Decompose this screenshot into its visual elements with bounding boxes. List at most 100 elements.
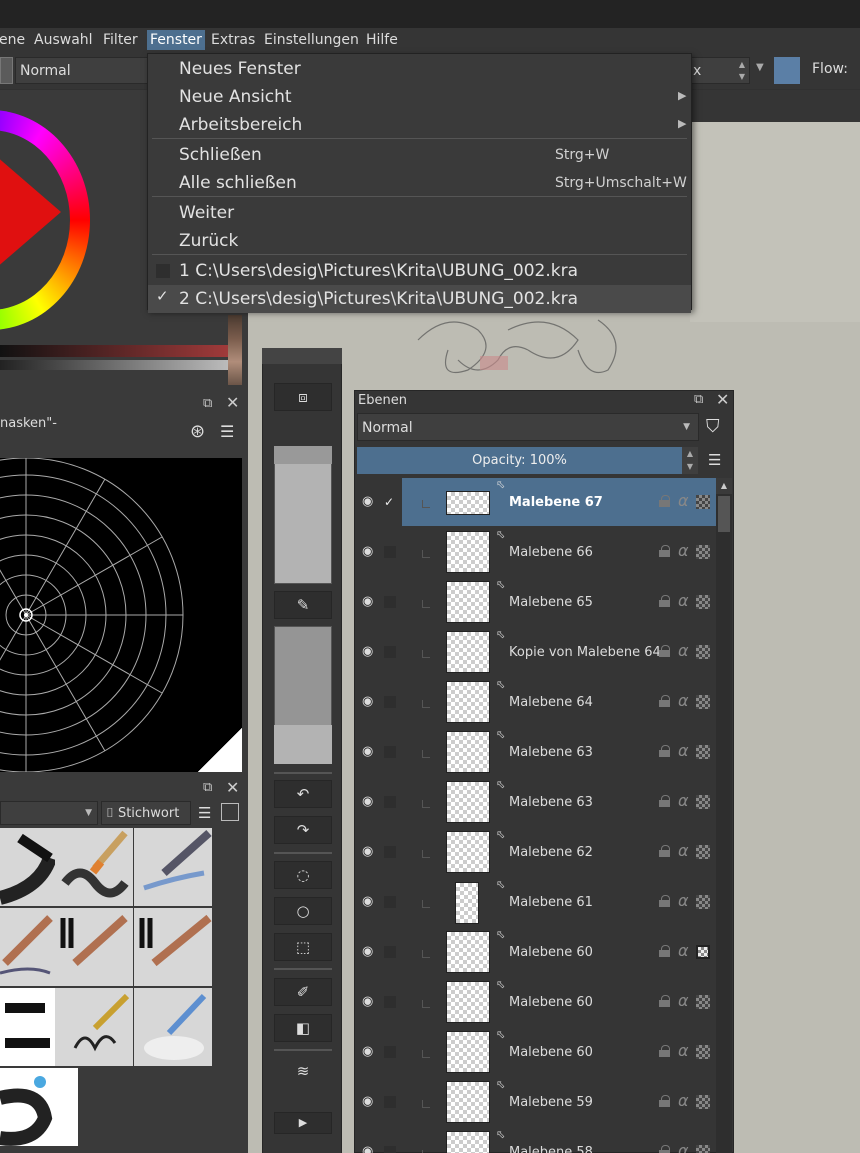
list-icon[interactable]: ☰: [220, 422, 234, 441]
foreground-color-swatch[interactable]: [774, 57, 800, 84]
inherit-alpha-icon[interactable]: [696, 645, 710, 659]
layer-row[interactable]: ◉ ⬁ Malebene 66 α: [356, 528, 716, 578]
menu-item-window-1[interactable]: 1 C:\Users\desig\Pictures\Krita\UBUNG_00…: [148, 257, 691, 285]
filter-icon[interactable]: ⛉: [706, 416, 720, 437]
scrollbar-thumb[interactable]: [718, 496, 730, 532]
menu-icon[interactable]: ☰: [708, 451, 721, 469]
brush-size-spinbox[interactable]: x ▲ ▼: [690, 57, 750, 84]
layer-row[interactable]: ◉ ⬁ Malebene 64 α: [356, 678, 716, 728]
menu-item-neues-fenster[interactable]: Neues Fenster: [148, 55, 691, 83]
saturation-triangle[interactable]: [0, 155, 61, 269]
layer-row[interactable]: ◉ ⬁ Malebene 60 α: [356, 978, 716, 1028]
spin-up-icon[interactable]: ▲: [739, 60, 745, 69]
aperture-icon[interactable]: ⊛: [190, 421, 205, 442]
layer-checkbox[interactable]: [384, 1146, 396, 1153]
checkmark-icon[interactable]: ✓: [156, 289, 170, 304]
alpha-lock-icon[interactable]: α: [678, 1091, 689, 1110]
close-icon[interactable]: ✕: [226, 393, 239, 412]
brush-preset-paint-brush[interactable]: [55, 828, 133, 906]
layer-name[interactable]: Malebene 61: [509, 895, 593, 910]
layer-opacity-slider[interactable]: Opacity: 100%: [357, 447, 682, 474]
menu-item-zurueck[interactable]: Zurück: [148, 227, 691, 255]
eye-icon[interactable]: ◉: [362, 794, 373, 809]
spin-up-icon[interactable]: ▲: [682, 447, 698, 460]
layer-row[interactable]: ◉ ⬁ Kopie von Malebene 64 α: [356, 628, 716, 678]
lasso-select-icon[interactable]: ◌: [274, 861, 332, 889]
layer-checkbox[interactable]: [384, 696, 396, 708]
color-history-strip[interactable]: [228, 315, 242, 385]
menu-item-schliessen[interactable]: Schließen Strg+W: [148, 141, 691, 169]
inherit-alpha-icon[interactable]: [696, 1045, 710, 1059]
lock-icon[interactable]: [659, 845, 670, 857]
scroll-up-icon[interactable]: ▲: [716, 478, 732, 494]
layer-name[interactable]: Malebene 58: [509, 1145, 593, 1153]
blend-mode-select[interactable]: Normal: [15, 57, 150, 84]
menu-ebene[interactable]: ene: [0, 32, 25, 48]
menu-item-alle-schliessen[interactable]: Alle schließen Strg+Umschalt+W: [148, 169, 691, 197]
spin-down-icon[interactable]: ▼: [682, 460, 698, 473]
layer-name[interactable]: Kopie von Malebene 64: [509, 645, 661, 660]
inherit-alpha-icon[interactable]: [696, 545, 710, 559]
spin-down-icon[interactable]: ▼: [739, 72, 745, 81]
ellipse-select-icon[interactable]: ○: [274, 897, 332, 925]
preset-tag-select[interactable]: ▼: [0, 801, 98, 825]
eye-icon[interactable]: ◉: [362, 694, 373, 709]
alpha-lock-icon[interactable]: α: [678, 991, 689, 1010]
gradient-tool-icon[interactable]: ◧: [274, 1014, 332, 1042]
view-mode-icon[interactable]: [221, 803, 239, 821]
move-tool-icon[interactable]: ⧈: [274, 383, 332, 411]
inherit-alpha-icon[interactable]: [696, 845, 710, 859]
float-docker-icon[interactable]: ⧉: [203, 780, 212, 795]
alpha-lock-icon[interactable]: α: [678, 1041, 689, 1060]
layer-name[interactable]: Malebene 67: [509, 495, 603, 510]
inherit-alpha-icon[interactable]: [696, 795, 710, 809]
alpha-lock-icon[interactable]: α: [678, 691, 689, 710]
menu-item-neue-ansicht[interactable]: Neue Ansicht ▶: [148, 83, 691, 111]
eye-icon[interactable]: ◉: [362, 544, 373, 559]
layer-blend-mode-select[interactable]: Normal ▼: [357, 413, 699, 441]
layer-row[interactable]: ◉ ⬁ Malebene 61 α: [356, 878, 716, 928]
eye-icon[interactable]: ◉: [362, 494, 373, 509]
lock-icon[interactable]: [659, 495, 670, 507]
brush-tool-icon[interactable]: ✐: [274, 978, 332, 1006]
eye-icon[interactable]: ◉: [362, 1094, 373, 1109]
lock-icon[interactable]: [659, 1145, 670, 1153]
lock-icon[interactable]: [659, 745, 670, 757]
layer-row[interactable]: ◉ ⬁ Malebene 59 α: [356, 1078, 716, 1128]
layer-row[interactable]: ◉ ⬁ Malebene 62 α: [356, 828, 716, 878]
lock-icon[interactable]: [659, 945, 670, 957]
lock-icon[interactable]: [659, 595, 670, 607]
eye-icon[interactable]: ◉: [362, 894, 373, 909]
menu-filter[interactable]: Filter: [103, 32, 138, 48]
layer-checkbox[interactable]: [384, 746, 396, 758]
alpha-lock-icon[interactable]: α: [678, 491, 689, 510]
eye-icon[interactable]: ◉: [362, 594, 373, 609]
menu-extras[interactable]: Extras: [211, 32, 255, 48]
lock-icon[interactable]: [659, 895, 670, 907]
eye-icon[interactable]: ◉: [362, 744, 373, 759]
menu-auswahl[interactable]: Auswahl: [34, 32, 93, 48]
layer-checkbox[interactable]: [384, 1096, 396, 1108]
alpha-lock-icon[interactable]: α: [678, 1141, 689, 1153]
preview-corner-handle[interactable]: [198, 728, 242, 772]
brush-preset-pencil-2[interactable]: [55, 908, 133, 986]
menu-fenster[interactable]: Fenster: [147, 30, 205, 50]
color-slider-value[interactable]: [0, 360, 228, 370]
eye-icon[interactable]: ◉: [362, 844, 373, 859]
brush-preset-water-brush[interactable]: [134, 988, 212, 1066]
inherit-alpha-icon[interactable]: [696, 995, 710, 1009]
menu-icon[interactable]: ☰: [198, 804, 211, 822]
close-icon[interactable]: ✕: [716, 390, 729, 409]
layer-checkbox[interactable]: [384, 946, 396, 958]
layer-name[interactable]: Malebene 60: [509, 945, 593, 960]
inherit-alpha-icon[interactable]: [696, 895, 710, 909]
inherit-alpha-icon[interactable]: [696, 595, 710, 609]
lock-icon[interactable]: [659, 995, 670, 1007]
lock-icon[interactable]: [659, 795, 670, 807]
menu-item-arbeitsbereich[interactable]: Arbeitsbereich ▶: [148, 111, 691, 139]
layer-row[interactable]: ◉ ⬁ Malebene 58 α: [356, 1128, 716, 1153]
float-docker-icon[interactable]: ⧉: [203, 396, 212, 411]
layer-checkbox[interactable]: [384, 796, 396, 808]
layer-name[interactable]: Malebene 65: [509, 595, 593, 610]
layer-name[interactable]: Malebene 63: [509, 745, 593, 760]
